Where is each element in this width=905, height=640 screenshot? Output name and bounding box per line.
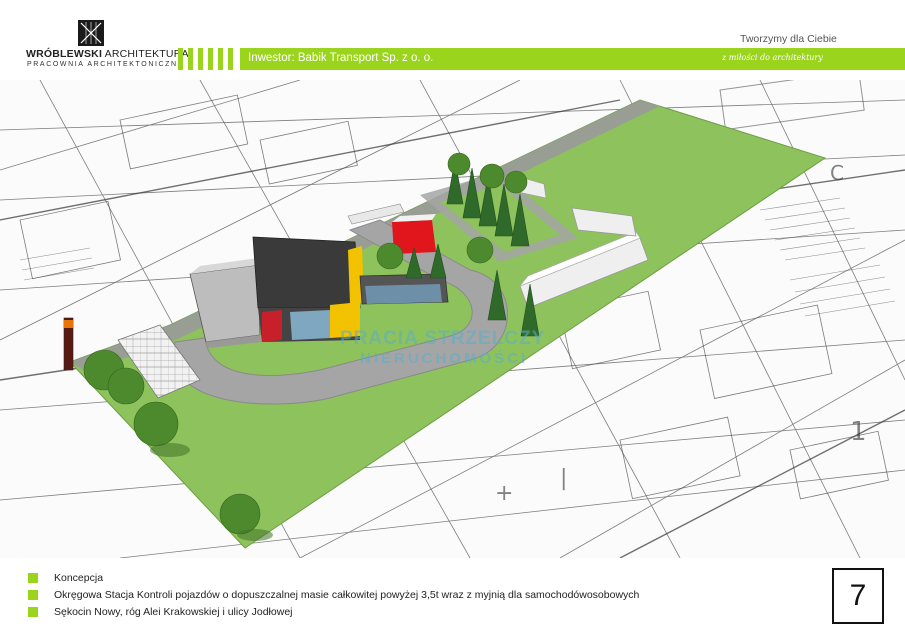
watermark-line-2: NIERUCHOMOŚCI (360, 350, 529, 367)
svg-text:C: C (830, 161, 844, 185)
investor-label: Inwestor: Babik Transport Sp. z o. o. (248, 52, 434, 64)
svg-text:|: | (560, 466, 567, 491)
site-plan-render: + | 1 C PRACIA STRZELCZY NIERUCHOMOŚCI (0, 80, 905, 558)
svg-text:+: + (495, 481, 513, 506)
bullet-square-icon (28, 590, 38, 600)
logo-name: WRÓBLEWSKI ARCHITEKTURA (26, 48, 189, 60)
header: WRÓBLEWSKI ARCHITEKTURA PRACOWNIA ARCHIT… (0, 0, 905, 78)
site-plan-illustration: + | 1 C (0, 80, 905, 558)
logo-subtitle: PRACOWNIA ARCHITEKTONICZNA (27, 61, 184, 68)
bullet-square-icon (28, 607, 38, 617)
watermark-line-1: PRACIA STRZELCZY (340, 328, 546, 349)
page-number: 7 (832, 568, 884, 624)
architect-logo-icon (78, 20, 104, 46)
bullet-square-icon (28, 573, 38, 583)
svg-text:1: 1 (850, 417, 867, 447)
motto: Tworzymy dla Ciebie (740, 33, 837, 45)
footer: Koncepcja Okręgowa Stacja Kontroli pojaz… (0, 558, 905, 640)
signature: z miłości do architektury (722, 53, 823, 62)
